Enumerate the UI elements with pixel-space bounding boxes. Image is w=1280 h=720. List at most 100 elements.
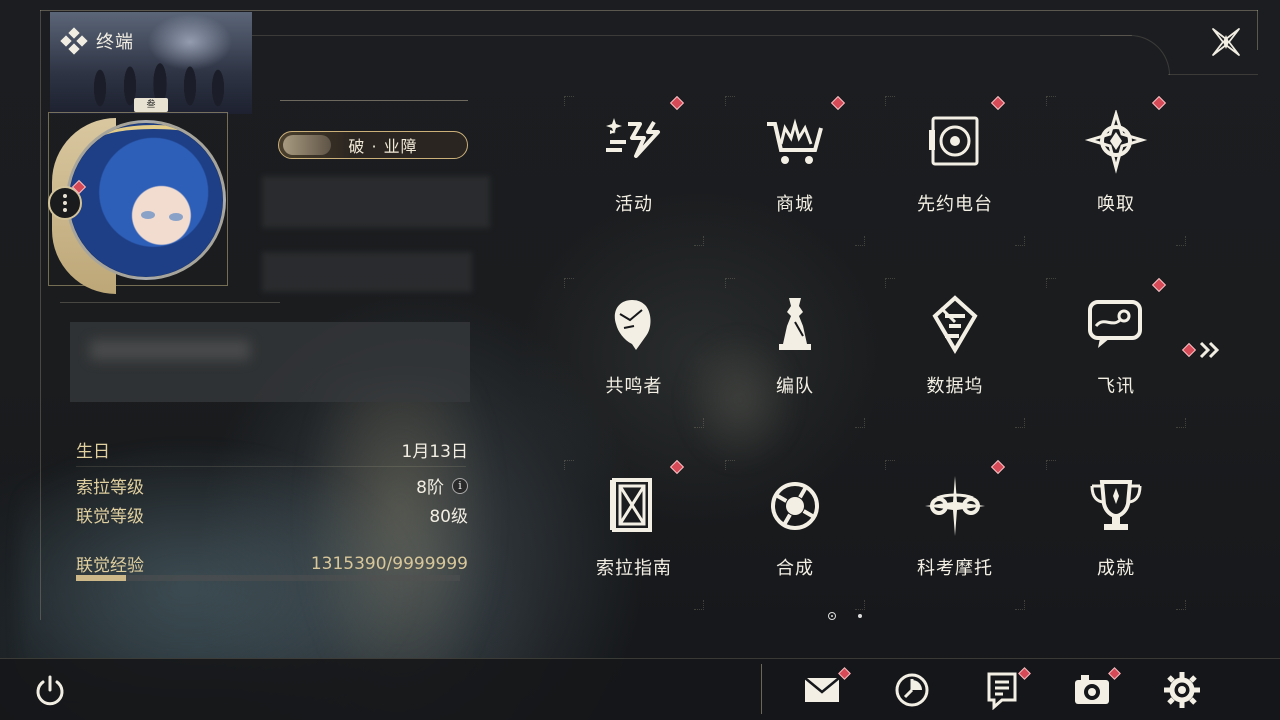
corner-mark <box>855 236 865 246</box>
badge-dot <box>990 459 1006 475</box>
menu-item-label: 先约电台 <box>917 194 993 215</box>
mail-button[interactable] <box>802 667 851 710</box>
menu-item-label: 商城 <box>776 194 814 215</box>
corner-mark <box>694 600 704 610</box>
menu-item-label: 共鸣者 <box>605 376 663 397</box>
corner-mark <box>725 96 735 106</box>
menu-item-team-chess[interactable]: 编队 <box>725 278 865 428</box>
team-chess-icon <box>779 298 811 350</box>
terminal-logo-icon <box>60 27 88 55</box>
corner-mark <box>1176 600 1186 610</box>
next-page-button[interactable] <box>1180 340 1224 360</box>
stat-value: 80级 <box>429 507 468 527</box>
frame-line <box>1257 10 1258 50</box>
menu-item-label: 飞讯 <box>1097 376 1135 397</box>
title-badge[interactable]: 破 · 业障 <box>278 131 468 159</box>
menu-item-resonator-head[interactable]: 共鸣者 <box>564 278 704 428</box>
corner-mark <box>1046 278 1056 288</box>
event-sparkle-icon <box>606 118 660 158</box>
rank-tag: 叁 <box>134 98 168 112</box>
badge-dot <box>990 95 1006 111</box>
badge-dot <box>669 95 685 111</box>
info-icon[interactable]: i <box>452 477 468 494</box>
page-title: 终端 <box>96 32 134 53</box>
stat-union-level: 联觉等级 80级 <box>76 502 468 527</box>
divider <box>76 466 466 467</box>
corner-mark <box>885 278 895 288</box>
menu-item-motorbike[interactable]: 科考摩托 <box>885 459 1025 610</box>
summon-compass-icon <box>1084 110 1148 174</box>
shop-cart-icon <box>767 118 823 164</box>
badge-dot <box>1151 277 1167 293</box>
menu-item-event-sparkle[interactable]: 活动 <box>564 95 704 246</box>
corner-mark <box>1015 236 1025 246</box>
corner-mark <box>564 460 574 470</box>
menu-item-label: 编队 <box>776 376 814 397</box>
stat-label: 索拉等级 <box>76 478 144 498</box>
avatar[interactable] <box>66 120 226 280</box>
motorbike-icon <box>925 476 985 536</box>
data-dock-icon <box>932 295 978 354</box>
menu-item-radio[interactable]: 先约电台 <box>885 95 1025 246</box>
settings-gear-button[interactable] <box>1162 670 1202 710</box>
menu-item-label: 活动 <box>615 194 653 215</box>
message-chat-icon <box>1088 300 1142 348</box>
title-badge-label: 破 · 业障 <box>348 137 418 156</box>
corner-mark <box>1046 460 1056 470</box>
settings-gear-icon <box>1164 672 1200 708</box>
notice-button[interactable] <box>982 667 1031 710</box>
blurred-id <box>262 252 472 292</box>
menu-item-label: 合成 <box>776 558 814 579</box>
exp-progress-fill <box>76 575 127 581</box>
stat-value: 1月13日 <box>401 442 468 462</box>
close-button[interactable] <box>1208 24 1244 60</box>
stat-label: 联觉经验 <box>76 556 144 576</box>
frame-line <box>1168 74 1258 75</box>
menu-item-summon-compass[interactable]: 唤取 <box>1046 95 1186 246</box>
corner-mark <box>885 96 895 106</box>
clock-button[interactable] <box>892 670 932 710</box>
page-dot-active[interactable] <box>828 612 836 620</box>
corner-mark <box>564 278 574 288</box>
stat-value: 8阶 <box>416 478 444 498</box>
power-button[interactable] <box>30 670 70 710</box>
corner-mark <box>564 96 574 106</box>
divider <box>761 664 762 714</box>
menu-item-shop-cart[interactable]: 商城 <box>725 95 865 246</box>
menu-item-label: 科考摩托 <box>917 558 993 579</box>
menu-item-label: 索拉指南 <box>596 558 672 579</box>
menu-item-data-dock[interactable]: 数据坞 <box>885 278 1025 428</box>
stat-union-exp: 联觉经验 1315390/9999999 <box>76 551 468 577</box>
guide-book-icon <box>610 478 652 532</box>
stat-sol-level: 索拉等级 8阶 i <box>76 473 468 498</box>
badge-dot <box>1181 342 1197 358</box>
stat-value-wrap: 8阶 i <box>416 473 468 498</box>
trophy-icon <box>1090 480 1142 530</box>
menu-item-label: 唤取 <box>1097 194 1135 215</box>
menu-item-message-chat[interactable]: 飞讯 <box>1046 277 1186 428</box>
camera-button[interactable] <box>1072 667 1121 710</box>
menu-item-synthesis[interactable]: 合成 <box>725 460 865 610</box>
page-header: 终端 <box>60 27 134 55</box>
menu-item-label: 成就 <box>1097 558 1135 579</box>
frame-line <box>252 35 1132 36</box>
badge-dot <box>669 459 685 475</box>
corner-mark <box>885 460 895 470</box>
corner-mark <box>694 236 704 246</box>
corner-mark <box>1015 418 1025 428</box>
double-chevron-right-icon <box>1199 341 1220 359</box>
clock-icon <box>895 673 929 707</box>
stat-birthday: 生日 1月13日 <box>76 437 468 462</box>
corner-mark <box>1015 600 1025 610</box>
corner-mark <box>1176 236 1186 246</box>
exp-progress-bar <box>76 575 460 581</box>
menu-item-guide-book[interactable]: 索拉指南 <box>564 459 704 610</box>
mail-icon <box>804 677 840 702</box>
divider <box>60 302 280 303</box>
menu-item-trophy[interactable]: 成就 <box>1046 460 1186 610</box>
corner-mark <box>1176 418 1186 428</box>
corner-mark <box>694 418 704 428</box>
camera-icon <box>1075 675 1109 704</box>
title-badge-thumb <box>283 135 331 155</box>
page-dot[interactable] <box>858 614 862 618</box>
